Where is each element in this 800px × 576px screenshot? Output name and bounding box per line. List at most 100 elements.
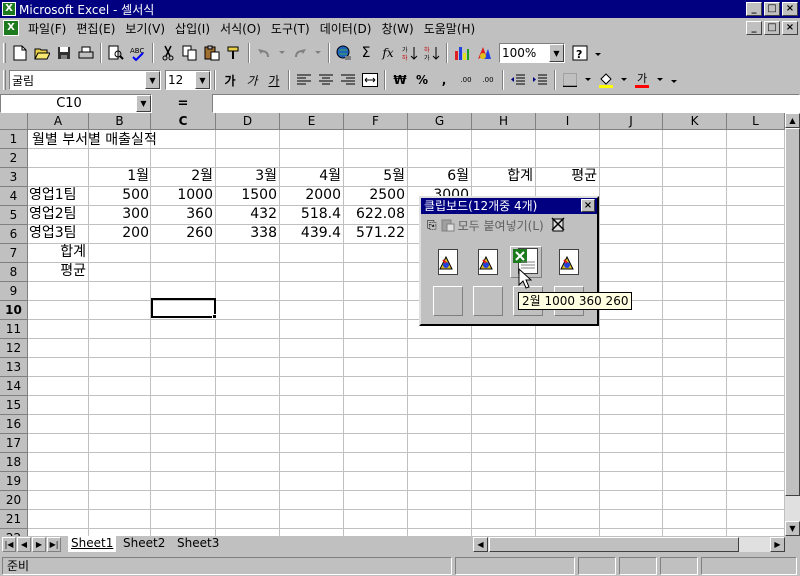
row-header[interactable]: 21 <box>0 510 28 529</box>
borders-icon[interactable] <box>559 69 581 91</box>
team1-value[interactable]: 1500 <box>216 186 279 204</box>
team3-value[interactable]: 571.22 <box>344 224 407 242</box>
increase-indent-icon[interactable] <box>529 69 551 91</box>
toolbar-grip[interactable] <box>3 43 6 63</box>
format-painter-icon[interactable] <box>223 42 245 64</box>
header-month-6[interactable]: 6월 <box>408 167 471 185</box>
copy-icon[interactable]: ⎘ <box>427 218 437 233</box>
align-center-icon[interactable] <box>315 69 337 91</box>
edit-formula-button[interactable]: = <box>154 96 212 111</box>
scroll-thumb[interactable] <box>489 537 739 552</box>
team2-value[interactable]: 300 <box>89 205 151 223</box>
tab-sheet2[interactable]: Sheet2 <box>120 536 168 552</box>
select-all-button[interactable] <box>0 113 28 130</box>
team2-value[interactable]: 432 <box>216 205 279 223</box>
team-name-3[interactable]: 영업3팀 <box>29 224 77 242</box>
new-icon[interactable] <box>9 42 31 64</box>
italic-button[interactable]: 가 <box>241 69 263 91</box>
header-month-1[interactable]: 1월 <box>89 167 151 185</box>
prev-sheet-icon[interactable]: ◀ <box>17 537 31 552</box>
name-box[interactable]: C10 ▼ <box>0 93 152 113</box>
horizontal-scrollbar[interactable]: ◀ ▶ <box>473 537 785 552</box>
save-icon[interactable] <box>53 42 75 64</box>
team1-value[interactable]: 1000 <box>152 186 215 204</box>
team1-value[interactable]: 2000 <box>280 186 343 204</box>
merge-center-icon[interactable] <box>359 69 381 91</box>
team3-value[interactable]: 439.4 <box>280 224 343 242</box>
currency-button[interactable]: ₩ <box>389 69 411 91</box>
row-header[interactable]: 8 <box>0 263 28 282</box>
clipboard-close-button[interactable]: × <box>581 199 595 212</box>
row-header[interactable]: 4 <box>0 187 28 206</box>
row-header[interactable]: 6 <box>0 225 28 244</box>
menu-tools[interactable]: 도구(T) <box>266 20 315 37</box>
percent-button[interactable]: % <box>411 69 433 91</box>
row-header[interactable]: 13 <box>0 358 28 377</box>
tab-sheet3[interactable]: Sheet3 <box>174 536 222 552</box>
sheet-title-cell[interactable]: 월별 부서별 매출실적 <box>32 131 157 149</box>
chevron-down-icon[interactable]: ▼ <box>145 71 160 89</box>
row-header[interactable]: 2 <box>0 149 28 168</box>
team1-value[interactable]: 500 <box>89 186 151 204</box>
team-name-2[interactable]: 영업2팀 <box>29 205 77 223</box>
increase-decimal-button[interactable]: .00 <box>455 69 477 91</box>
underline-button[interactable]: 가 <box>263 69 285 91</box>
column-header[interactable]: C <box>151 113 216 130</box>
font-color-dropdown-icon[interactable] <box>653 69 667 91</box>
paste-all-button[interactable]: 모두 붙여넣기(L) <box>441 217 544 234</box>
row-header[interactable]: 1 <box>0 130 28 149</box>
font-dropdown[interactable]: 굴림 ▼ <box>9 70 161 90</box>
document-icon[interactable]: X <box>3 20 19 36</box>
paste-icon[interactable] <box>201 42 223 64</box>
team2-value[interactable]: 360 <box>152 205 215 223</box>
row-header[interactable]: 11 <box>0 320 28 339</box>
decrease-indent-icon[interactable] <box>507 69 529 91</box>
row-header[interactable]: 3 <box>0 168 28 187</box>
clipboard-picture-icon[interactable] <box>473 248 503 278</box>
header-average[interactable]: 평균 <box>536 167 599 185</box>
tab-sheet1[interactable]: Sheet1 <box>68 536 117 552</box>
column-header[interactable]: H <box>472 113 536 130</box>
last-sheet-icon[interactable]: ▶| <box>47 537 61 552</box>
print-preview-icon[interactable] <box>105 42 127 64</box>
menu-window[interactable]: 창(W) <box>376 20 418 37</box>
team3-value[interactable]: 260 <box>152 224 215 242</box>
header-total[interactable]: 합계 <box>472 167 535 185</box>
column-header[interactable]: B <box>89 113 151 130</box>
menu-insert[interactable]: 삽입(I) <box>170 20 215 37</box>
chevron-down-icon[interactable]: ▼ <box>549 44 564 62</box>
menu-view[interactable]: 보기(V) <box>120 20 170 37</box>
column-header[interactable]: G <box>408 113 472 130</box>
scroll-down-icon[interactable]: ▼ <box>785 521 800 536</box>
chart-wizard-icon[interactable] <box>451 42 473 64</box>
scroll-up-icon[interactable]: ▲ <box>785 113 800 128</box>
team-name-1[interactable]: 영업1팀 <box>29 186 77 204</box>
menu-format[interactable]: 서식(O) <box>215 20 266 37</box>
menu-data[interactable]: 데이터(D) <box>315 20 377 37</box>
row-header[interactable]: 5 <box>0 206 28 225</box>
restore-button[interactable]: □ <box>764 2 780 16</box>
undo-icon[interactable] <box>253 42 275 64</box>
formula-input[interactable] <box>212 93 800 113</box>
row-header[interactable]: 7 <box>0 244 28 263</box>
chevron-down-icon[interactable]: ▼ <box>195 71 210 89</box>
team2-value[interactable]: 622.08 <box>344 205 407 223</box>
spelling-icon[interactable]: ABC <box>127 42 149 64</box>
row-header[interactable]: 9 <box>0 282 28 301</box>
clipboard-picture-icon[interactable] <box>554 248 584 278</box>
clipboard-title-bar[interactable]: 클립보드(12개중 4개) × <box>421 198 597 214</box>
copy-icon[interactable] <box>179 42 201 64</box>
sort-descending-icon[interactable]: 하가 <box>421 42 443 64</box>
open-icon[interactable] <box>31 42 53 64</box>
hyperlink-icon[interactable] <box>333 42 355 64</box>
row-header[interactable]: 15 <box>0 396 28 415</box>
fill-handle[interactable] <box>212 314 217 319</box>
fill-color-dropdown-icon[interactable] <box>617 69 631 91</box>
header-month-5[interactable]: 5월 <box>344 167 407 185</box>
next-sheet-icon[interactable]: ▶ <box>32 537 46 552</box>
menu-edit[interactable]: 편집(E) <box>71 20 120 37</box>
sort-ascending-icon[interactable]: 가하 <box>399 42 421 64</box>
column-header[interactable]: K <box>663 113 727 130</box>
bold-button[interactable]: 가 <box>219 69 241 91</box>
menu-file[interactable]: 파일(F) <box>23 20 71 37</box>
